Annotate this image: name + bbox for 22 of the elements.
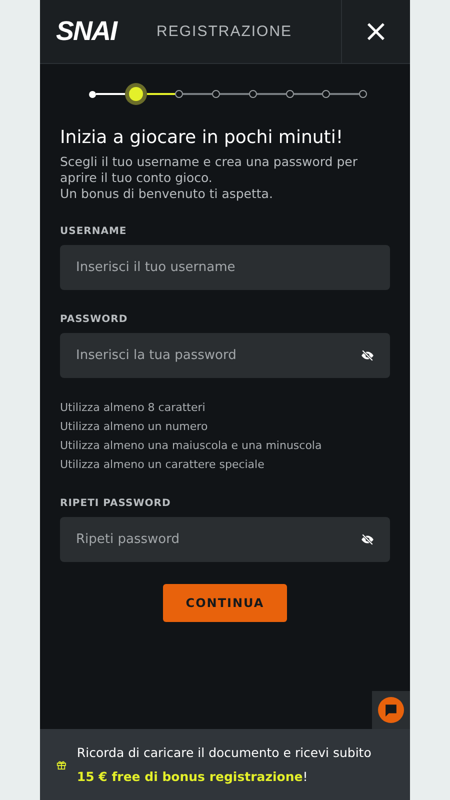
- input-field[interactable]: Inserisci la tua password: [60, 333, 390, 378]
- chat-icon[interactable]: [378, 697, 404, 723]
- close-button[interactable]: ×: [341, 0, 410, 63]
- eye-slash-icon[interactable]: [361, 533, 374, 546]
- heading: Inizia a giocare in pochi minuti!: [60, 127, 344, 148]
- input-field[interactable]: Ripeti password: [60, 517, 390, 562]
- eye-slash-icon[interactable]: [361, 349, 374, 362]
- intro-text: Scegli il tuo username e crea una password per aprire il tuo conto gioco.: [60, 154, 358, 186]
- field-label: PASSWORD: [60, 314, 129, 325]
- logo: SNAI: [56, 16, 117, 47]
- field-label: USERNAME: [60, 226, 128, 237]
- password-rule: Utilizza almeno un carattere speciale: [60, 457, 266, 473]
- password-rule: Utilizza almeno una maiuscola e una minuscola: [60, 438, 323, 454]
- intro-text: Un bonus di benvenuto ti aspetta.: [60, 186, 274, 202]
- continue-button[interactable]: CONTINUA: [163, 584, 287, 622]
- password-rule: Utilizza almeno un numero: [60, 419, 209, 435]
- bonus-text: Ricorda di caricare il documento e ricevi subito 15 € free di bonus registrazione!: [76, 744, 372, 786]
- input-field[interactable]: Inserisci il tuo username: [60, 245, 390, 290]
- chat-tab[interactable]: [372, 691, 410, 729]
- page-title: REGISTRAZIONE: [156, 23, 294, 40]
- password-rule: Utilizza almeno 8 caratteri: [60, 400, 206, 416]
- field-label: RIPETI PASSWORD: [60, 498, 172, 509]
